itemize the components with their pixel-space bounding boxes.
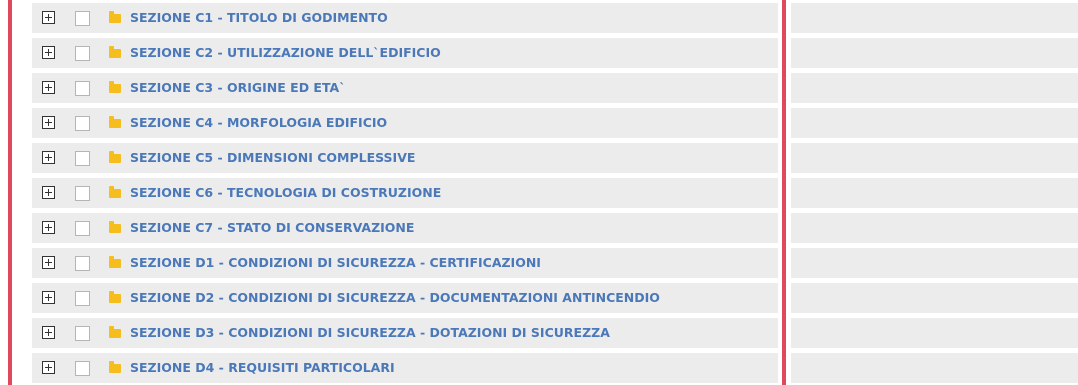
- expand-icon[interactable]: [42, 291, 55, 304]
- tree-row-label[interactable]: SEZIONE C4 - MORFOLOGIA EDIFICIO: [130, 115, 387, 130]
- row-checkbox[interactable]: [75, 256, 90, 271]
- tree-row-label[interactable]: SEZIONE D1 - CONDIZIONI DI SICUREZZA - C…: [130, 255, 541, 270]
- row-checkbox[interactable]: [75, 81, 90, 96]
- row-side-cell: [791, 248, 1078, 278]
- folder-icon: [109, 186, 121, 198]
- tree-row-label[interactable]: SEZIONE C3 - ORIGINE ED ETA`: [130, 80, 345, 95]
- tree-row-d4[interactable]: SEZIONE D4 - REQUISITI PARTICOLARI: [0, 353, 1078, 383]
- row-side-cell: [791, 143, 1078, 173]
- tree-row-c2[interactable]: SEZIONE C2 - UTILIZZAZIONE DELL`EDIFICIO: [0, 38, 1078, 68]
- expand-icon[interactable]: [42, 116, 55, 129]
- folder-icon: [109, 291, 121, 303]
- folder-icon: [109, 256, 121, 268]
- expand-icon[interactable]: [42, 326, 55, 339]
- tree-row-label[interactable]: SEZIONE C5 - DIMENSIONI COMPLESSIVE: [130, 150, 415, 165]
- tree-panel: SEZIONE C1 - TITOLO DI GODIMENTO SEZIONE…: [0, 0, 1078, 385]
- row-checkbox[interactable]: [75, 11, 90, 26]
- row-side-cell: [791, 213, 1078, 243]
- tree-row-c1[interactable]: SEZIONE C1 - TITOLO DI GODIMENTO: [0, 3, 1078, 33]
- folder-icon: [109, 81, 121, 93]
- folder-icon: [109, 116, 121, 128]
- expand-icon[interactable]: [42, 81, 55, 94]
- row-checkbox[interactable]: [75, 151, 90, 166]
- tree-row-label[interactable]: SEZIONE C6 - TECNOLOGIA DI COSTRUZIONE: [130, 185, 441, 200]
- expand-icon[interactable]: [42, 46, 55, 59]
- expand-icon[interactable]: [42, 221, 55, 234]
- folder-icon: [109, 11, 121, 23]
- row-checkbox[interactable]: [75, 291, 90, 306]
- expand-icon[interactable]: [42, 186, 55, 199]
- row-side-cell: [791, 73, 1078, 103]
- tree-row-d2[interactable]: SEZIONE D2 - CONDIZIONI DI SICUREZZA - D…: [0, 283, 1078, 313]
- tree-row-c4[interactable]: SEZIONE C4 - MORFOLOGIA EDIFICIO: [0, 108, 1078, 138]
- folder-icon: [109, 46, 121, 58]
- expand-icon[interactable]: [42, 256, 55, 269]
- folder-icon: [109, 326, 121, 338]
- row-checkbox[interactable]: [75, 361, 90, 376]
- row-checkbox[interactable]: [75, 46, 90, 61]
- tree-row-c6[interactable]: SEZIONE C6 - TECNOLOGIA DI COSTRUZIONE: [0, 178, 1078, 208]
- row-side-cell: [791, 283, 1078, 313]
- row-checkbox[interactable]: [75, 116, 90, 131]
- tree-row-label[interactable]: SEZIONE C7 - STATO DI CONSERVAZIONE: [130, 220, 414, 235]
- tree-row-label[interactable]: SEZIONE D2 - CONDIZIONI DI SICUREZZA - D…: [130, 290, 660, 305]
- tree-row-d1[interactable]: SEZIONE D1 - CONDIZIONI DI SICUREZZA - C…: [0, 248, 1078, 278]
- row-side-cell: [791, 178, 1078, 208]
- row-side-cell: [791, 38, 1078, 68]
- folder-icon: [109, 151, 121, 163]
- tree-row-c5[interactable]: SEZIONE C5 - DIMENSIONI COMPLESSIVE: [0, 143, 1078, 173]
- tree-row-c7[interactable]: SEZIONE C7 - STATO DI CONSERVAZIONE: [0, 213, 1078, 243]
- folder-icon: [109, 361, 121, 373]
- row-side-cell: [791, 318, 1078, 348]
- tree-row-c3[interactable]: SEZIONE C3 - ORIGINE ED ETA`: [0, 73, 1078, 103]
- tree-row-label[interactable]: SEZIONE D3 - CONDIZIONI DI SICUREZZA - D…: [130, 325, 610, 340]
- expand-icon[interactable]: [42, 151, 55, 164]
- tree-row-d3[interactable]: SEZIONE D3 - CONDIZIONI DI SICUREZZA - D…: [0, 318, 1078, 348]
- row-side-cell: [791, 353, 1078, 383]
- row-checkbox[interactable]: [75, 326, 90, 341]
- expand-icon[interactable]: [42, 11, 55, 24]
- row-side-cell: [791, 3, 1078, 33]
- row-side-cell: [791, 108, 1078, 138]
- tree-row-label[interactable]: SEZIONE D4 - REQUISITI PARTICOLARI: [130, 360, 395, 375]
- tree-row-label[interactable]: SEZIONE C2 - UTILIZZAZIONE DELL`EDIFICIO: [130, 45, 441, 60]
- row-checkbox[interactable]: [75, 221, 90, 236]
- folder-icon: [109, 221, 121, 233]
- tree-row-label[interactable]: SEZIONE C1 - TITOLO DI GODIMENTO: [130, 10, 388, 25]
- expand-icon[interactable]: [42, 361, 55, 374]
- row-checkbox[interactable]: [75, 186, 90, 201]
